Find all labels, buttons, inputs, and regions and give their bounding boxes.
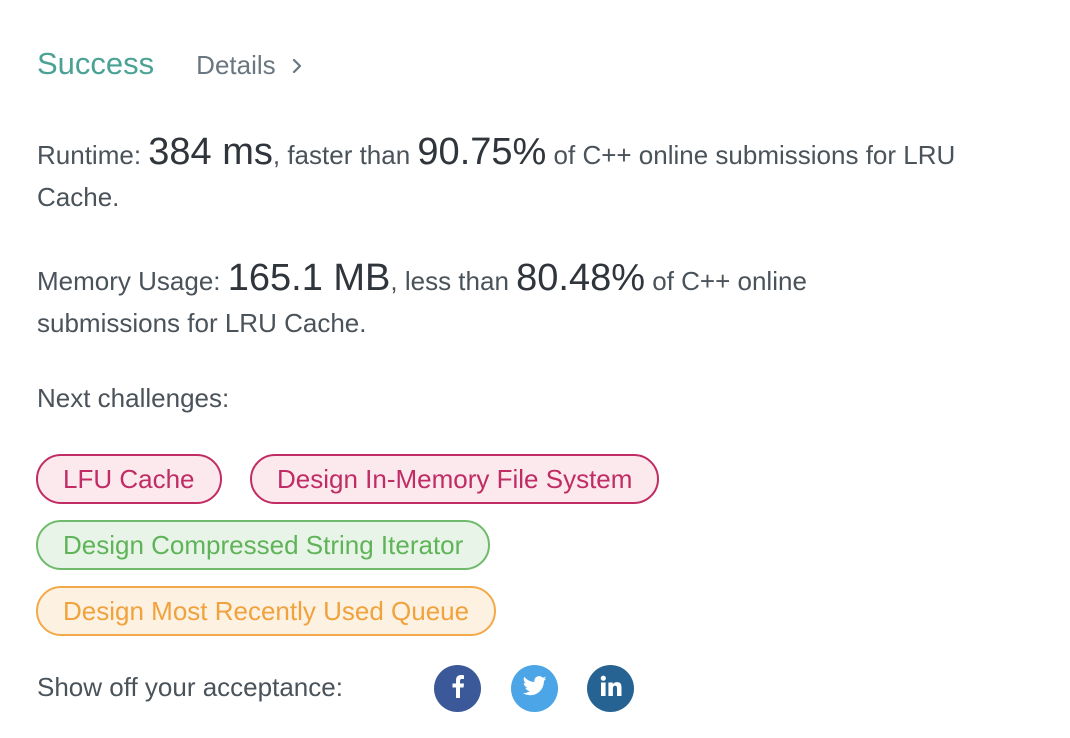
- result-header: Success Details: [37, 46, 302, 82]
- memory-comparison: , less than: [390, 266, 517, 296]
- linkedin-share-button[interactable]: [587, 665, 634, 712]
- next-challenges-label: Next challenges:: [37, 383, 230, 413]
- details-link[interactable]: Details: [196, 50, 301, 81]
- status-success-label: Success: [37, 46, 155, 81]
- chevron-right-icon: [292, 58, 302, 74]
- challenge-chip-design-in-memory-file-system[interactable]: Design In-Memory File System: [250, 454, 660, 504]
- runtime-percent: 90.75%: [417, 131, 547, 173]
- challenge-chip-design-compressed-string-iterator[interactable]: Design Compressed String Iterator: [36, 520, 491, 570]
- share-label: Show off your acceptance:: [37, 672, 343, 702]
- submission-result-panel: Success Details Runtime: 384 ms, faster …: [0, 0, 1070, 738]
- challenge-chip-lfu-cache[interactable]: LFU Cache: [36, 454, 222, 504]
- details-label: Details: [196, 50, 276, 80]
- facebook-share-button[interactable]: [434, 665, 481, 712]
- runtime-label: Runtime:: [37, 140, 149, 170]
- linkedin-icon: [600, 675, 622, 702]
- challenge-chip-design-most-recently-used-queue[interactable]: Design Most Recently Used Queue: [36, 586, 497, 636]
- runtime-value: 384 ms: [148, 131, 273, 173]
- runtime-comparison: , faster than: [272, 140, 418, 170]
- memory-value: 165.1 MB: [227, 257, 391, 299]
- memory-stat: Memory Usage: 165.1 MB, less than 80.48%…: [37, 257, 917, 344]
- memory-percent: 80.48%: [516, 257, 646, 299]
- twitter-icon: [522, 676, 547, 701]
- twitter-share-button[interactable]: [511, 665, 558, 712]
- memory-label: Memory Usage:: [37, 266, 228, 296]
- runtime-stat: Runtime: 384 ms, faster than 90.75% of C…: [37, 131, 1037, 218]
- facebook-icon: [451, 674, 465, 703]
